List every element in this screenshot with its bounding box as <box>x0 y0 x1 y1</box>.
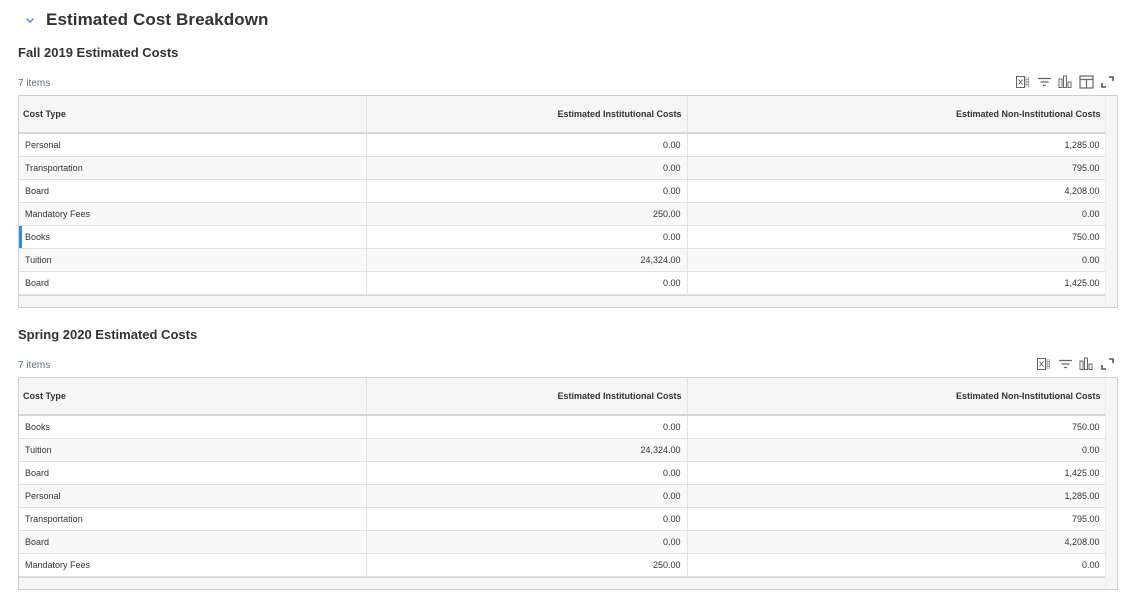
filter-icon[interactable] <box>1055 356 1076 372</box>
chart-icon[interactable] <box>1055 74 1076 90</box>
table-row[interactable]: Board 0.00 4,208.00 <box>19 530 1107 554</box>
cell-cost-type: Books <box>19 225 367 249</box>
table-row[interactable]: Transportation 0.00 795.00 <box>19 156 1107 180</box>
cell-cost-type: Tuition <box>19 248 367 272</box>
cell-institutional: 0.00 <box>366 484 688 508</box>
vertical-scrollbar[interactable] <box>1105 96 1117 307</box>
cell-cost-type: Personal <box>19 484 367 508</box>
section-header: Estimated Cost Breakdown <box>22 8 269 32</box>
item-count: 7 items <box>18 360 51 371</box>
cell-non-institutional: 1,425.00 <box>687 271 1107 295</box>
cell-cost-type: Board <box>19 179 367 203</box>
table-row[interactable]: Board 0.00 1,425.00 <box>19 271 1107 295</box>
cell-institutional: 250.00 <box>366 553 688 577</box>
cell-institutional: 24,324.00 <box>366 248 688 272</box>
cell-institutional: 0.00 <box>366 133 688 157</box>
cell-cost-type: Transportation <box>19 507 367 531</box>
grid-toolbar <box>1013 74 1118 90</box>
chart-icon[interactable] <box>1076 356 1097 372</box>
cell-cost-type: Tuition <box>19 438 367 462</box>
table-row[interactable]: Personal 0.00 1,285.00 <box>19 133 1107 157</box>
horizontal-scrollbar[interactable] <box>19 294 1117 307</box>
grid-title: Fall 2019 Estimated Costs <box>18 45 179 60</box>
cell-institutional: 0.00 <box>366 461 688 485</box>
grid-spring-2020: Spring 2020 Estimated Costs 7 items Cost… <box>18 326 1118 590</box>
chevron-down-icon[interactable] <box>22 12 38 28</box>
table-row-selected[interactable]: Books 0.00 750.00 <box>19 225 1107 249</box>
cell-cost-type: Books <box>19 415 367 439</box>
grid-toolbar <box>1034 356 1118 372</box>
column-header-institutional[interactable]: Estimated Institutional Costs <box>366 378 688 416</box>
cell-non-institutional: 1,285.00 <box>687 484 1107 508</box>
cell-non-institutional: 0.00 <box>687 553 1107 577</box>
grid-fall-2019: Fall 2019 Estimated Costs 7 items Cost T… <box>18 44 1118 308</box>
cell-institutional: 0.00 <box>366 507 688 531</box>
table-row[interactable]: Board 0.00 4,208.00 <box>19 179 1107 203</box>
table-row[interactable]: Mandatory Fees 250.00 0.00 <box>19 553 1107 577</box>
cell-non-institutional: 795.00 <box>687 507 1107 531</box>
fullscreen-icon[interactable] <box>1097 356 1118 372</box>
cell-cost-type: Personal <box>19 133 367 157</box>
cell-cost-type: Board <box>19 271 367 295</box>
cell-non-institutional: 750.00 <box>687 415 1107 439</box>
table-row[interactable]: Mandatory Fees 250.00 0.00 <box>19 202 1107 226</box>
cell-institutional: 0.00 <box>366 179 688 203</box>
horizontal-scrollbar[interactable] <box>19 576 1117 589</box>
cell-cost-type: Mandatory Fees <box>19 202 367 226</box>
cell-non-institutional: 4,208.00 <box>687 530 1107 554</box>
cell-non-institutional: 4,208.00 <box>687 179 1107 203</box>
export-excel-icon[interactable] <box>1013 74 1034 90</box>
column-layout-icon[interactable] <box>1076 74 1097 90</box>
grid-title: Spring 2020 Estimated Costs <box>18 327 198 342</box>
cell-institutional: 250.00 <box>366 202 688 226</box>
table-row[interactable]: Tuition 24,324.00 0.00 <box>19 248 1107 272</box>
cell-non-institutional: 0.00 <box>687 202 1107 226</box>
data-table: Cost Type Estimated Institutional Costs … <box>18 377 1118 590</box>
cell-non-institutional: 750.00 <box>687 225 1107 249</box>
cell-cost-type: Board <box>19 461 367 485</box>
table-row[interactable]: Tuition 24,324.00 0.00 <box>19 438 1107 462</box>
cell-institutional: 24,324.00 <box>366 438 688 462</box>
column-header-cost-type[interactable]: Cost Type <box>19 96 367 134</box>
cell-institutional: 0.00 <box>366 156 688 180</box>
cell-cost-type: Board <box>19 530 367 554</box>
item-count: 7 items <box>18 78 51 89</box>
table-row[interactable]: Books 0.00 750.00 <box>19 415 1107 439</box>
vertical-scrollbar[interactable] <box>1105 378 1117 589</box>
cell-non-institutional: 0.00 <box>687 248 1107 272</box>
table-row[interactable]: Board 0.00 1,425.00 <box>19 461 1107 485</box>
cell-non-institutional: 795.00 <box>687 156 1107 180</box>
filter-icon[interactable] <box>1034 74 1055 90</box>
section-title: Estimated Cost Breakdown <box>46 10 269 29</box>
cell-non-institutional: 1,285.00 <box>687 133 1107 157</box>
table-row[interactable]: Transportation 0.00 795.00 <box>19 507 1107 531</box>
export-excel-icon[interactable] <box>1034 356 1055 372</box>
table-row[interactable]: Personal 0.00 1,285.00 <box>19 484 1107 508</box>
cell-institutional: 0.00 <box>366 530 688 554</box>
cell-institutional: 0.00 <box>366 271 688 295</box>
fullscreen-icon[interactable] <box>1097 74 1118 90</box>
cell-institutional: 0.00 <box>366 225 688 249</box>
cell-non-institutional: 1,425.00 <box>687 461 1107 485</box>
cell-cost-type: Mandatory Fees <box>19 553 367 577</box>
cell-cost-type: Transportation <box>19 156 367 180</box>
column-header-institutional[interactable]: Estimated Institutional Costs <box>366 96 688 134</box>
column-header-non-institutional[interactable]: Estimated Non-Institutional Costs <box>687 378 1107 416</box>
data-table: Cost Type Estimated Institutional Costs … <box>18 95 1118 308</box>
cell-non-institutional: 0.00 <box>687 438 1107 462</box>
cell-institutional: 0.00 <box>366 415 688 439</box>
column-header-non-institutional[interactable]: Estimated Non-Institutional Costs <box>687 96 1107 134</box>
column-header-cost-type[interactable]: Cost Type <box>19 378 367 416</box>
